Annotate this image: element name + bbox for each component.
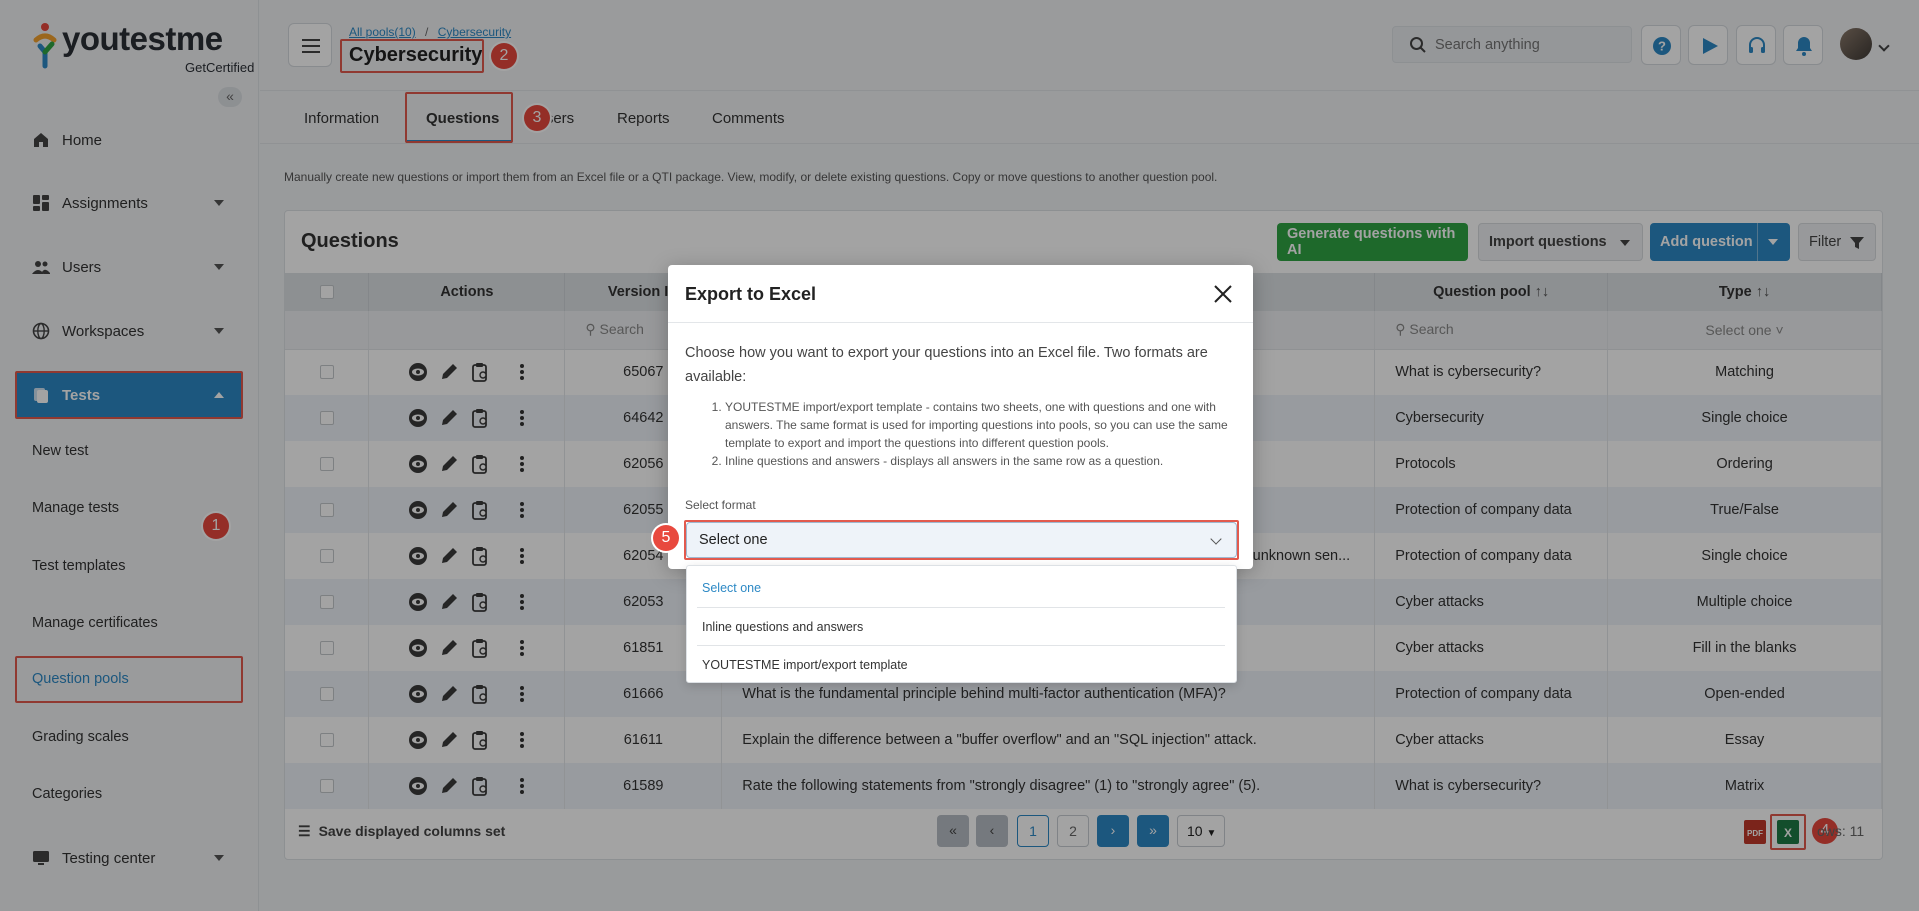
dialog-intro: Choose how you want to export your quest… bbox=[685, 345, 1208, 385]
format-description: Inline questions and answers - displays … bbox=[725, 452, 1235, 470]
select-format-label: Select format bbox=[685, 498, 756, 512]
close-icon[interactable] bbox=[1211, 282, 1235, 306]
format-description: YOUTESTME import/export template - conta… bbox=[725, 398, 1235, 452]
app-root: youtestme GetCertified « Home Assignment… bbox=[0, 0, 1919, 911]
option-inline[interactable]: Inline questions and answers bbox=[702, 620, 863, 634]
option-select-one[interactable]: Select one bbox=[702, 581, 761, 595]
format-select[interactable]: Select one bbox=[686, 522, 1237, 558]
format-list: YOUTESTME import/export template - conta… bbox=[725, 398, 1235, 470]
option-template[interactable]: YOUTESTME import/export template bbox=[702, 658, 908, 672]
dialog-title: Export to Excel bbox=[685, 284, 817, 304]
annotation-badge-5: 5 bbox=[653, 525, 679, 551]
chevron-down-icon bbox=[1210, 533, 1222, 545]
